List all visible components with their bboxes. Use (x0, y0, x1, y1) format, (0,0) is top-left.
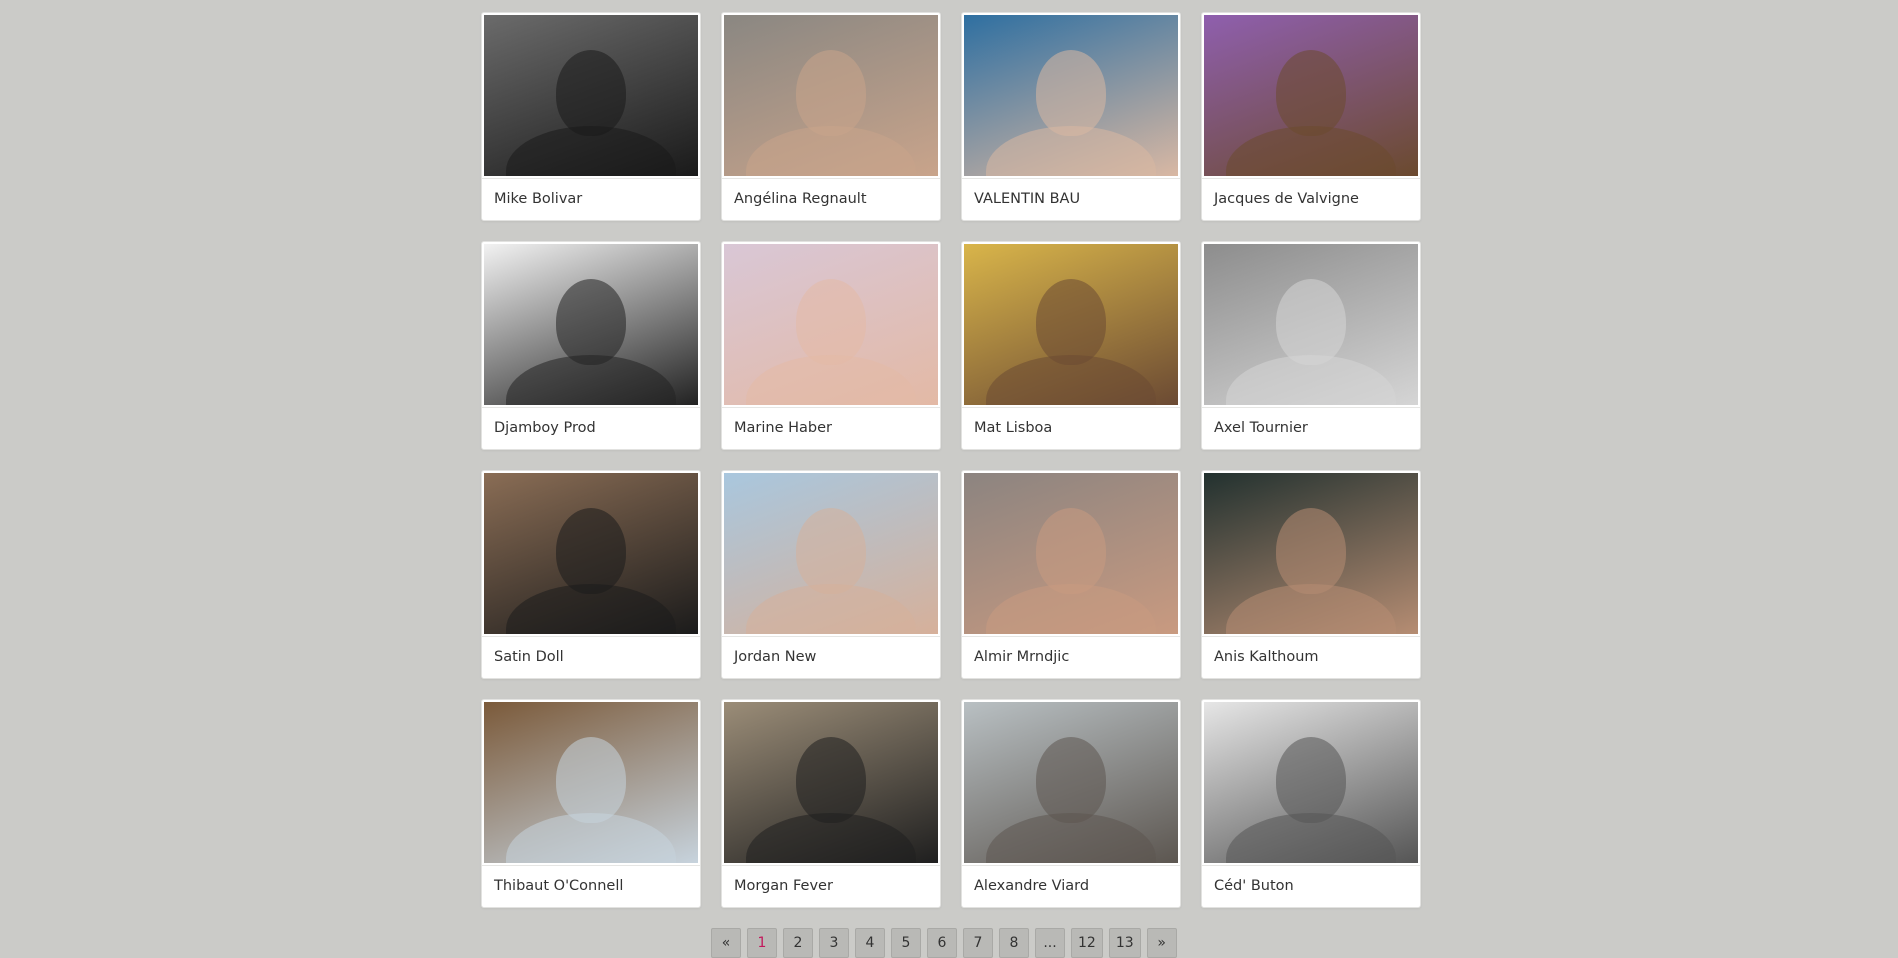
photo-face-shape (1036, 279, 1106, 366)
profile-photo[interactable] (964, 15, 1178, 176)
profile-card[interactable]: Mike Bolivar (481, 12, 701, 221)
photo-face-shape (556, 737, 626, 824)
profile-card[interactable]: Jacques de Valvigne (1201, 12, 1421, 221)
pagination-page-button[interactable]: 8 (999, 928, 1029, 958)
photo-face-shape (1276, 508, 1346, 595)
photo-shoulders-shape (746, 813, 916, 863)
profile-grid: Mike Bolivar Angélina Regnault VALENTIN … (481, 12, 1423, 908)
profile-name[interactable]: Djamboy Prod (484, 408, 698, 436)
photo-shoulders-shape (986, 126, 1156, 176)
profile-card[interactable]: VALENTIN BAU (961, 12, 1181, 221)
profile-photo[interactable] (964, 702, 1178, 863)
pagination-page-button[interactable]: 2 (783, 928, 813, 958)
profile-photo[interactable] (1204, 244, 1418, 405)
photo-face-shape (556, 279, 626, 366)
profile-name[interactable]: Anis Kalthoum (1204, 637, 1418, 665)
profile-name[interactable]: Satin Doll (484, 637, 698, 665)
profile-name[interactable]: Mike Bolivar (484, 179, 698, 207)
profile-card[interactable]: Satin Doll (481, 470, 701, 679)
photo-face-shape (1276, 50, 1346, 137)
profile-photo[interactable] (484, 702, 698, 863)
photo-shoulders-shape (506, 813, 676, 863)
photo-shoulders-shape (506, 584, 676, 634)
pagination-ellipsis: ... (1035, 928, 1065, 958)
photo-shoulders-shape (986, 584, 1156, 634)
profile-name[interactable]: VALENTIN BAU (964, 179, 1178, 207)
profile-name[interactable]: Almir Mrndjic (964, 637, 1178, 665)
pagination-prev-button[interactable]: « (711, 928, 741, 958)
profile-card[interactable]: Céd' Buton (1201, 699, 1421, 908)
pagination-page-button[interactable]: 7 (963, 928, 993, 958)
profile-card[interactable]: Angélina Regnault (721, 12, 941, 221)
profile-name[interactable]: Jordan New (724, 637, 938, 665)
profile-name[interactable]: Mat Lisboa (964, 408, 1178, 436)
photo-face-shape (1276, 737, 1346, 824)
profile-photo[interactable] (964, 473, 1178, 634)
profile-name[interactable]: Céd' Buton (1204, 866, 1418, 894)
profile-name[interactable]: Alexandre Viard (964, 866, 1178, 894)
pagination-page-button[interactable]: 13 (1108, 928, 1141, 958)
profile-card[interactable]: Djamboy Prod (481, 241, 701, 450)
profile-photo[interactable] (1204, 702, 1418, 863)
photo-shoulders-shape (1226, 126, 1396, 176)
photo-shoulders-shape (1226, 584, 1396, 634)
photo-face-shape (796, 737, 866, 824)
profile-card[interactable]: Jordan New (721, 470, 941, 679)
profile-card[interactable]: Marine Haber (721, 241, 941, 450)
photo-shoulders-shape (746, 355, 916, 405)
profile-photo[interactable] (484, 15, 698, 176)
profile-card[interactable]: Almir Mrndjic (961, 470, 1181, 679)
photo-shoulders-shape (1226, 355, 1396, 405)
photo-shoulders-shape (746, 584, 916, 634)
profile-photo[interactable] (1204, 15, 1418, 176)
profile-name[interactable]: Thibaut O'Connell (484, 866, 698, 894)
profile-name[interactable]: Axel Tournier (1204, 408, 1418, 436)
photo-face-shape (796, 508, 866, 595)
profile-photo[interactable] (484, 244, 698, 405)
profile-photo[interactable] (724, 244, 938, 405)
photo-shoulders-shape (986, 813, 1156, 863)
pagination-page-button[interactable]: 6 (927, 928, 957, 958)
photo-face-shape (796, 50, 866, 137)
photo-shoulders-shape (746, 126, 916, 176)
profile-card[interactable]: Thibaut O'Connell (481, 699, 701, 908)
pagination-page-button[interactable]: 3 (819, 928, 849, 958)
profile-photo[interactable] (484, 473, 698, 634)
photo-face-shape (1036, 50, 1106, 137)
photo-face-shape (796, 279, 866, 366)
pagination-page-button[interactable]: 5 (891, 928, 921, 958)
photo-face-shape (556, 50, 626, 137)
profile-name[interactable]: Angélina Regnault (724, 179, 938, 207)
pagination-page-button[interactable]: 4 (855, 928, 885, 958)
pagination-next-button[interactable]: » (1146, 928, 1177, 958)
photo-shoulders-shape (506, 355, 676, 405)
profile-photo[interactable] (724, 473, 938, 634)
photo-shoulders-shape (1226, 813, 1396, 863)
profile-name[interactable]: Marine Haber (724, 408, 938, 436)
photo-face-shape (1036, 737, 1106, 824)
profile-photo[interactable] (724, 15, 938, 176)
pagination-page-button[interactable]: 1 (747, 928, 777, 958)
photo-shoulders-shape (986, 355, 1156, 405)
profile-name[interactable]: Morgan Fever (724, 866, 938, 894)
photo-face-shape (556, 508, 626, 595)
profile-card[interactable]: Anis Kalthoum (1201, 470, 1421, 679)
profile-card[interactable]: Morgan Fever (721, 699, 941, 908)
profile-photo[interactable] (964, 244, 1178, 405)
profile-card[interactable]: Axel Tournier (1201, 241, 1421, 450)
photo-face-shape (1276, 279, 1346, 366)
pagination: « 1 2 3 4 5 6 7 8 ... 12 13 » (711, 928, 1177, 958)
profile-name[interactable]: Jacques de Valvigne (1204, 179, 1418, 207)
profile-card[interactable]: Alexandre Viard (961, 699, 1181, 908)
pagination-page-button[interactable]: 12 (1071, 928, 1103, 958)
profile-photo[interactable] (1204, 473, 1418, 634)
photo-shoulders-shape (506, 126, 676, 176)
profile-photo[interactable] (724, 702, 938, 863)
photo-face-shape (1036, 508, 1106, 595)
profile-card[interactable]: Mat Lisboa (961, 241, 1181, 450)
